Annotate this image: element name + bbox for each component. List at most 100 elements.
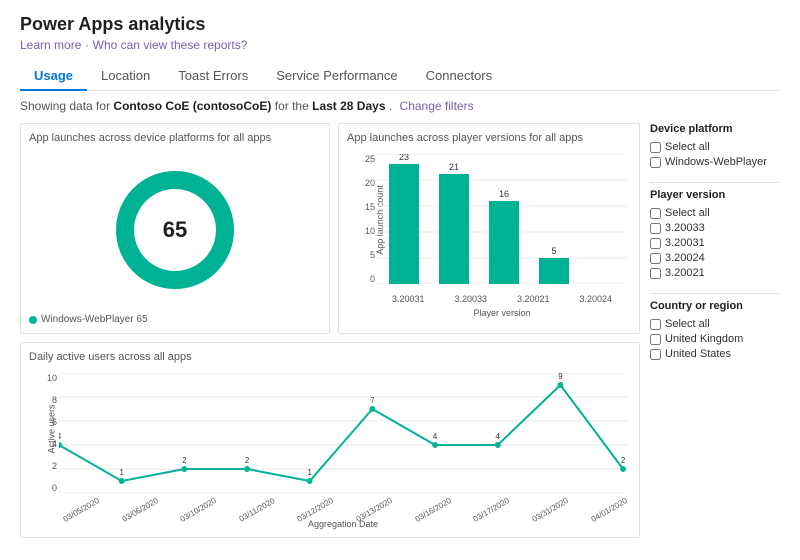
bar-4: [539, 258, 569, 284]
device-windows-webplayer[interactable]: Windows-WebPlayer: [650, 156, 780, 168]
page-container: Power Apps analytics Learn more · Who ca…: [0, 0, 800, 552]
y-label-20: 20: [365, 178, 375, 188]
filter-suffix: .: [389, 99, 392, 113]
val-1: 4: [59, 432, 62, 441]
tab-service-performance[interactable]: Service Performance: [262, 62, 411, 91]
donut-container: 65: [29, 150, 321, 310]
bar-xlabel-4: 3.20024: [579, 294, 612, 304]
donut-chart-title: App launches across device platforms for…: [29, 132, 321, 144]
country-select-all[interactable]: Select all: [650, 318, 780, 330]
val-6: 7: [370, 396, 374, 405]
device-select-all-checkbox[interactable]: [650, 142, 661, 153]
bar-xlabel-2: 3.20033: [454, 294, 487, 304]
player-select-all-label: Select all: [665, 207, 710, 219]
line-y-4: 4: [52, 439, 57, 449]
country-us-checkbox[interactable]: [650, 349, 661, 360]
point-3: [181, 466, 187, 472]
val-10: 2: [621, 456, 625, 465]
bar-label-2: 21: [449, 162, 459, 172]
player-20031[interactable]: 3.20031: [650, 237, 780, 249]
device-select-all[interactable]: Select all: [650, 141, 780, 153]
val-3: 2: [182, 456, 186, 465]
bar-label-3: 16: [499, 189, 509, 199]
bar-label-1: 23: [399, 154, 409, 162]
val-5: 1: [308, 468, 313, 477]
learn-more-link[interactable]: Learn more: [20, 38, 81, 52]
player-version-title: Player version: [650, 182, 780, 201]
player-version-section: Player version Select all 3.20033 3.2003…: [650, 182, 780, 279]
y-label-15: 15: [365, 202, 375, 212]
point-6: [369, 406, 375, 412]
filter-tenant: Contoso CoE (contosoCoE): [113, 99, 271, 113]
bar-chart-card: App launches across player versions for …: [338, 123, 640, 334]
filter-bar: Showing data for Contoso CoE (contosoCoE…: [20, 99, 780, 113]
player-20024-checkbox[interactable]: [650, 253, 661, 264]
val-4: 2: [245, 456, 249, 465]
line-y-0: 0: [52, 483, 57, 493]
val-8: 4: [496, 432, 501, 441]
player-select-all-checkbox[interactable]: [650, 208, 661, 219]
player-20031-label: 3.20031: [665, 237, 705, 249]
tab-bar: Usage Location Toast Errors Service Perf…: [20, 62, 780, 91]
player-20021-checkbox[interactable]: [650, 268, 661, 279]
player-20033-label: 3.20033: [665, 222, 705, 234]
donut-center-value: 65: [163, 217, 187, 243]
charts-area: App launches across device platforms for…: [20, 123, 640, 538]
line-y-labels: 10 8 6 4 2 0: [29, 373, 57, 493]
val-9: 9: [558, 373, 563, 381]
player-20031-checkbox[interactable]: [650, 238, 661, 249]
device-platform-title: Device platform: [650, 123, 780, 135]
y-label-25: 25: [365, 154, 375, 164]
line-chart-wrapper: Active users 10 8 6 4 2 0: [29, 369, 631, 529]
point-5: [307, 478, 313, 484]
point-4: [244, 466, 250, 472]
bar-x-axis-title: Player version: [377, 308, 627, 318]
legend-label: Windows-WebPlayer 65: [41, 314, 148, 325]
country-select-all-checkbox[interactable]: [650, 319, 661, 330]
line-y-10: 10: [47, 373, 57, 383]
player-select-all[interactable]: Select all: [650, 207, 780, 219]
val-2: 1: [119, 468, 124, 477]
page-subtitle: Learn more · Who can view these reports?: [20, 37, 780, 52]
player-20021[interactable]: 3.20021: [650, 267, 780, 279]
device-windows-webplayer-checkbox[interactable]: [650, 157, 661, 168]
bar-xlabel-1: 3.20031: [392, 294, 425, 304]
point-2: [119, 478, 125, 484]
legend-dot: [29, 316, 37, 324]
line-chart-svg: 4 1 2 2 1 7 4 4 9 2: [59, 373, 627, 493]
bar-chart-title: App launches across player versions for …: [347, 132, 631, 144]
player-20033[interactable]: 3.20033: [650, 222, 780, 234]
player-20033-checkbox[interactable]: [650, 223, 661, 234]
device-select-all-label: Select all: [665, 141, 710, 153]
bar-chart-svg: 23 21 16 5: [377, 154, 627, 284]
device-platform-section: Device platform Select all Windows-WebPl…: [650, 123, 780, 168]
donut-chart-card: App launches across device platforms for…: [20, 123, 330, 334]
tab-location[interactable]: Location: [87, 62, 164, 91]
country-us[interactable]: United States: [650, 348, 780, 360]
line-chart-card: Daily active users across all apps Activ…: [20, 342, 640, 538]
filter-mid: for the: [275, 99, 309, 113]
line-path: [59, 385, 623, 481]
device-windows-webplayer-label: Windows-WebPlayer: [665, 156, 767, 168]
line-x-axis-title: Aggregation Date: [59, 519, 627, 529]
country-us-label: United States: [665, 348, 731, 360]
bar-2: [439, 174, 469, 284]
view-reports-link[interactable]: Who can view these reports?: [93, 38, 248, 52]
line-y-2: 2: [52, 461, 57, 471]
country-region-section: Country or region Select all United King…: [650, 293, 780, 360]
tab-toast-errors[interactable]: Toast Errors: [164, 62, 262, 91]
tab-connectors[interactable]: Connectors: [412, 62, 506, 91]
country-uk[interactable]: United Kingdom: [650, 333, 780, 345]
country-region-title: Country or region: [650, 293, 780, 312]
bar-y-labels: 25 20 15 10 5 0: [347, 154, 375, 284]
country-select-all-label: Select all: [665, 318, 710, 330]
y-label-5: 5: [370, 250, 375, 260]
tab-usage[interactable]: Usage: [20, 62, 87, 91]
country-uk-label: United Kingdom: [665, 333, 743, 345]
bar-3: [489, 201, 519, 284]
country-uk-checkbox[interactable]: [650, 334, 661, 345]
point-8: [495, 442, 501, 448]
donut-legend: Windows-WebPlayer 65: [29, 314, 321, 325]
change-filters-link[interactable]: Change filters: [400, 99, 474, 113]
player-20024[interactable]: 3.20024: [650, 252, 780, 264]
